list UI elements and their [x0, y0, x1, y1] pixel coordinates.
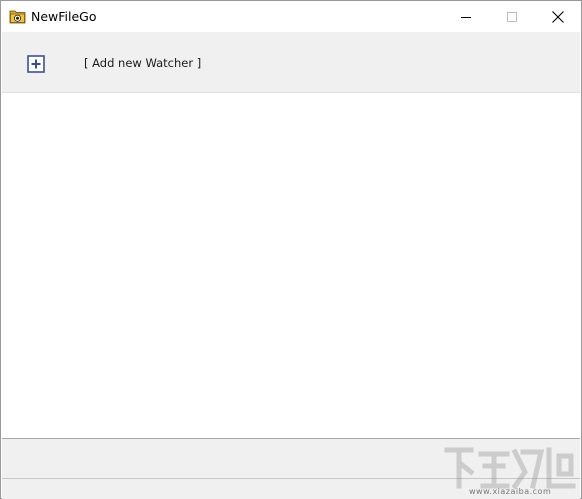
- minimize-button[interactable]: [443, 1, 489, 32]
- app-window: NewFileGo [ Add new Watcher ] www.xiazai…: [0, 0, 582, 499]
- watcher-list-area: [2, 94, 580, 438]
- watcher-toolbar: [ Add new Watcher ]: [2, 32, 580, 93]
- app-icon: [9, 10, 26, 24]
- window-title: NewFileGo: [31, 9, 97, 24]
- minimize-icon: [461, 16, 471, 18]
- title-bar[interactable]: NewFileGo: [1, 1, 581, 32]
- watermark-text: www.xiazaiba.com: [469, 487, 552, 496]
- maximize-icon: [507, 11, 517, 22]
- close-icon: [552, 10, 564, 23]
- plus-box-icon[interactable]: [27, 55, 45, 73]
- close-button[interactable]: [535, 1, 581, 32]
- add-new-watcher-link[interactable]: [ Add new Watcher ]: [84, 56, 201, 71]
- maximize-button[interactable]: [489, 1, 535, 32]
